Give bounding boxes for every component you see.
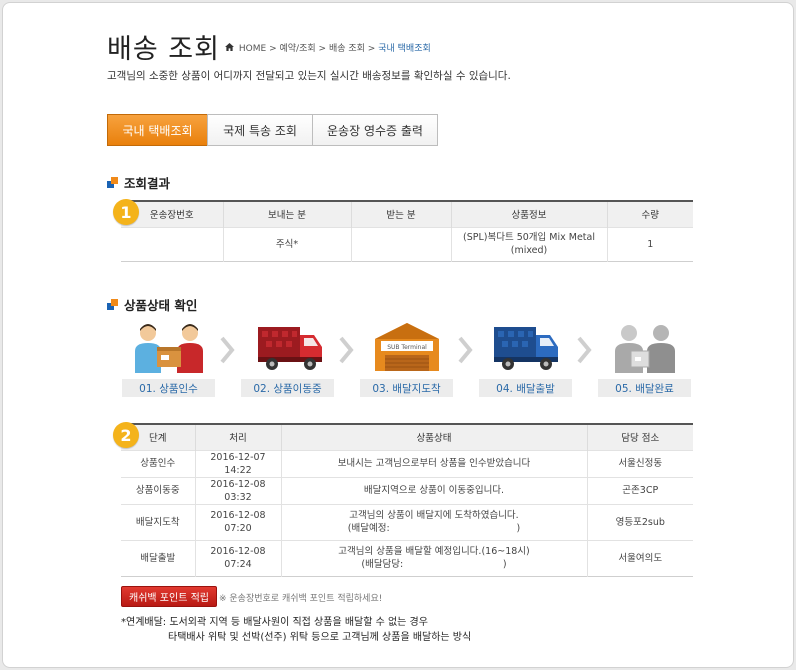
table-row: 주식* (SPL)복다트 50개입 Mix Metal (mixed) 1 [121, 226, 693, 261]
cell-receiver [350, 226, 451, 261]
terminal-sign: SUB Terminal [387, 344, 427, 351]
cell-time: 2016-12-08 03:32 [194, 476, 281, 504]
cell-sender: 주식* [222, 226, 351, 261]
table-row: 상품인수 2016-12-07 14:22 보내시는 고객님으로부터 상품을 인… [121, 449, 693, 477]
handover-icon [135, 324, 203, 373]
chevron-right-icon [220, 336, 235, 364]
footnote-line-1: *연계배달: 도서외곽 지역 등 배달사원이 직접 상품을 배달할 수 없는 경… [121, 617, 428, 628]
col-receiver: 받는 분 [350, 201, 451, 227]
cell-status: 배달지역으로 상품이 이동중입니다. [280, 476, 587, 504]
cell-quantity: 1 [606, 226, 693, 261]
cell-branch: 곤존3CP [586, 476, 693, 504]
home-icon[interactable] [225, 43, 234, 51]
cashbag-points-button[interactable]: 캐쉬백 포인트 적립 [121, 586, 217, 607]
breadcrumb-current: 국내 택배조회 [378, 44, 431, 54]
product-line: (SPL)복다트 50개입 Mix Metal [463, 232, 595, 243]
step-label-out-for-delivery: 04. 배달출발 [479, 379, 572, 397]
cell-stage: 상품이동중 [121, 476, 195, 504]
breadcrumb: HOME > 예약/조회 > 배송 조회 > 국내 택배조회 [225, 41, 431, 54]
cell-status: 보내시는 고객님으로부터 상품을 인수받았습니다 [280, 449, 587, 477]
cell-time: 2016-12-07 14:22 [194, 449, 281, 477]
breadcrumb-sep: > [269, 44, 277, 54]
result-table: 운송장번호 보내는 분 받는 분 상품정보 수량 주식* (SPL)복다트 50… [121, 200, 693, 262]
step-label-arrived: 03. 배달지도착 [360, 379, 453, 397]
col-product: 상품정보 [450, 201, 607, 227]
cell-stage: 배달출발 [121, 539, 195, 576]
chevron-right-icon [339, 336, 354, 364]
breadcrumb-home[interactable]: HOME [239, 44, 266, 54]
cell-stage: 상품인수 [121, 449, 195, 477]
product-line: (mixed) [510, 245, 548, 256]
col-sender: 보내는 분 [222, 201, 351, 227]
tracking-tabs: 국내 택배조회 국제 특송 조회 운송장 영수증 출력 [107, 114, 438, 146]
breadcrumb-item-reservation[interactable]: 예약/조회 [279, 44, 315, 54]
status-section-heading: 상품상태 확인 [107, 295, 197, 314]
truck-blue-icon [494, 327, 558, 370]
status-line: (배달담당: ) [361, 559, 507, 570]
result-section-heading: 조회결과 [107, 173, 170, 192]
chevron-right-icon [577, 336, 592, 364]
step-label-received: 01. 상품인수 [122, 379, 215, 397]
history-table: 단계 처리 상품상태 담당 점소 상품인수 2016-12-07 14:22 보… [121, 423, 693, 577]
breadcrumb-sep: > [318, 44, 327, 54]
table-row: 배달지도착 2016-12-08 07:20 고객님의 상품이 배달지에 도착하… [121, 503, 693, 540]
cell-branch: 영등포2sub [586, 503, 693, 540]
section-bullet-icon [107, 299, 118, 310]
cell-status: 고객님의 상품을 배달할 예정입니다.(16~18시) (배달담당: ) [280, 539, 587, 576]
step-label-delivered: 05. 배달완료 [598, 379, 691, 397]
tab-waybill-receipt[interactable]: 운송장 영수증 출력 [312, 114, 438, 146]
cell-branch: 서울여의도 [586, 539, 693, 576]
breadcrumb-sep: > [367, 44, 376, 54]
section-bullet-icon [107, 177, 118, 188]
step-badge-2: 2 [113, 422, 139, 448]
tab-international-express[interactable]: 국제 특송 조회 [207, 114, 313, 146]
cell-tracking-no [121, 226, 223, 261]
col-quantity: 수량 [606, 201, 693, 227]
sub-terminal-icon: SUB Terminal [375, 323, 439, 371]
step-badge-1: 1 [113, 199, 139, 225]
chevron-right-icon [458, 336, 473, 364]
page-title: 배송 조회 [107, 34, 220, 65]
step-label-in-transit: 02. 상품이동중 [241, 379, 334, 397]
truck-red-icon [258, 327, 322, 370]
footnote-line-2: 타택배사 위탁 및 선박(선주) 위탁 등으로 고객님께 상품을 배달하는 방식 [168, 632, 472, 643]
table-row: 배달출발 2016-12-08 07:24 고객님의 상품을 배달할 예정입니다… [121, 539, 693, 576]
status-line: (배달예정: ) [347, 523, 521, 534]
col-branch: 담당 점소 [586, 424, 693, 450]
delivered-icon [615, 325, 675, 373]
col-status: 상품상태 [280, 424, 587, 450]
status-heading-text: 상품상태 확인 [124, 298, 198, 313]
col-processed: 처리 [194, 424, 281, 450]
page-card: 배송 조회 HOME > 예약/조회 > 배송 조회 > 국내 택배조회 고객님… [2, 2, 794, 668]
cell-time: 2016-12-08 07:20 [194, 503, 281, 540]
breadcrumb-item-tracking[interactable]: 배송 조회 [329, 44, 365, 54]
tab-domestic-parcel[interactable]: 국내 택배조회 [107, 114, 208, 146]
cell-branch: 서울신정동 [586, 449, 693, 477]
result-heading-text: 조회결과 [124, 176, 171, 191]
cell-stage: 배달지도착 [121, 503, 195, 540]
table-row: 상품이동중 2016-12-08 03:32 배달지역으로 상품이 이동중입니다… [121, 476, 693, 504]
status-line: 고객님의 상품이 배달지에 도착하였습니다. [349, 510, 519, 521]
cashbag-note: ※ 운송장번호로 캐쉬백 포인트 적립하세요! [219, 594, 383, 604]
cell-product: (SPL)복다트 50개입 Mix Metal (mixed) [450, 226, 607, 261]
status-line: 고객님의 상품을 배달할 예정입니다.(16~18시) [338, 546, 530, 557]
page-subtitle: 고객님의 소중한 상품이 어디까지 전달되고 있는지 실시간 배송정보를 확인하… [107, 70, 511, 82]
cell-status: 고객님의 상품이 배달지에 도착하였습니다. (배달예정: ) [280, 503, 587, 540]
cell-time: 2016-12-08 07:24 [194, 539, 281, 576]
